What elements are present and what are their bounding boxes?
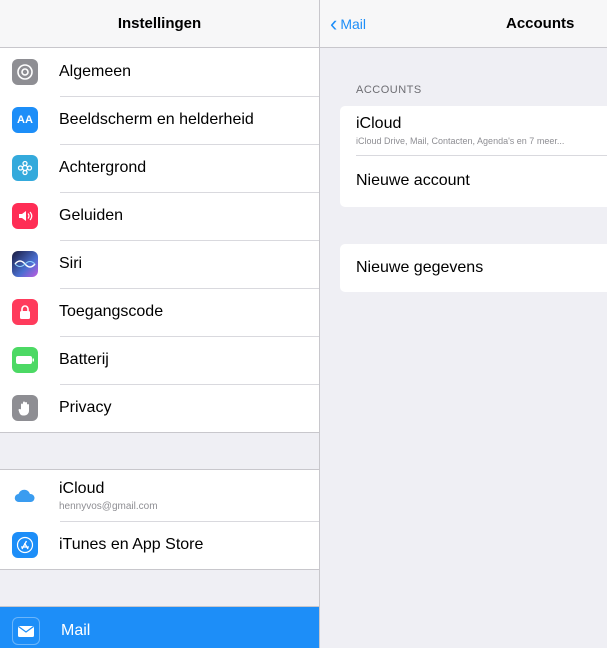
wallpaper-icon [12,155,38,181]
sidebar-item-label: Algemeen [59,63,132,80]
sidebar-item-achtergrond[interactable]: Achtergrond [0,144,319,192]
gear-icon [12,59,38,85]
sidebar-item-algemeen[interactable]: Algemeen [0,48,319,96]
sidebar-item-label: Mail [61,622,91,639]
fetch-new-data-label: Nieuwe gegevens [356,259,484,276]
add-account-row[interactable]: Nieuwe account [340,155,607,207]
sidebar-item-label: Achtergrond [59,159,147,176]
sidebar-item-label: Privacy [59,399,112,416]
mail-icon [12,617,40,645]
fetch-new-data-row[interactable]: Nieuwe gegevens [340,244,607,292]
sidebar-item-label: Batterij [59,351,109,368]
back-button[interactable]: ‹ Mail [330,0,366,47]
hand-icon [12,395,38,421]
accounts-group: iCloud hennyvos@gmail.com iTunes en App … [0,470,319,569]
apps-group: Mail [0,607,319,648]
sidebar-item-label: iCloud [59,479,105,497]
sidebar-item-batterij[interactable]: Batterij [0,336,319,384]
speaker-icon [12,203,38,229]
app-store-icon [12,532,38,558]
sidebar-item-label: Toegangscode [59,303,164,320]
account-label: iCloud [356,115,402,132]
sidebar-item-icloud[interactable]: iCloud hennyvos@gmail.com [0,470,319,521]
siri-icon [12,251,38,277]
sidebar-item-label: Geluiden [59,207,124,224]
sidebar-item-label: Siri [59,255,83,272]
detail-navbar: ‹ Mail Accounts [320,0,607,48]
icloud-icon [12,482,38,509]
general-settings-group: Algemeen AA Beeldscherm en helderheid Ac… [0,48,319,432]
add-account-label: Nieuwe account [356,172,470,189]
sidebar-item-label: Beeldscherm en helderheid [59,111,254,128]
sidebar-item-geluiden[interactable]: Geluiden [0,192,319,240]
accounts-card: iCloud iCloud Drive, Mail, Contacten, Ag… [340,106,607,207]
icloud-email: hennyvos@gmail.com [59,500,158,512]
sidebar-title: Instellingen [0,0,319,48]
sidebar-item-privacy[interactable]: Privacy [0,384,319,432]
sidebar-item-mail[interactable]: Mail [0,607,319,648]
page-title: Accounts [506,15,575,32]
account-row-icloud[interactable]: iCloud iCloud Drive, Mail, Contacten, Ag… [340,106,607,155]
display-brightness-icon: AA [12,107,38,133]
sidebar-item-siri[interactable]: Siri [0,240,319,288]
sidebar-item-itunes[interactable]: iTunes en App Store [0,521,319,569]
accounts-detail-pane: ‹ Mail Accounts ACCOUNTS iCloud iCloud D… [320,0,607,648]
fetch-card: Nieuwe gegevens [340,244,607,292]
sidebar-item-label: iTunes en App Store [59,536,204,553]
sidebar-item-toegangscode[interactable]: Toegangscode [0,288,319,336]
section-gap [0,432,319,470]
chevron-left-icon: ‹ [330,10,338,36]
sidebar-item-beeldscherm[interactable]: AA Beeldscherm en helderheid [0,96,319,144]
section-gap [0,569,319,607]
back-label: Mail [340,15,366,32]
lock-icon [12,299,38,325]
battery-icon [12,347,38,373]
account-services: iCloud Drive, Mail, Contacten, Agenda's … [356,136,565,146]
settings-sidebar: Instellingen Algemeen AA Beeldscherm en … [0,0,320,648]
accounts-section-title: ACCOUNTS [356,84,422,96]
